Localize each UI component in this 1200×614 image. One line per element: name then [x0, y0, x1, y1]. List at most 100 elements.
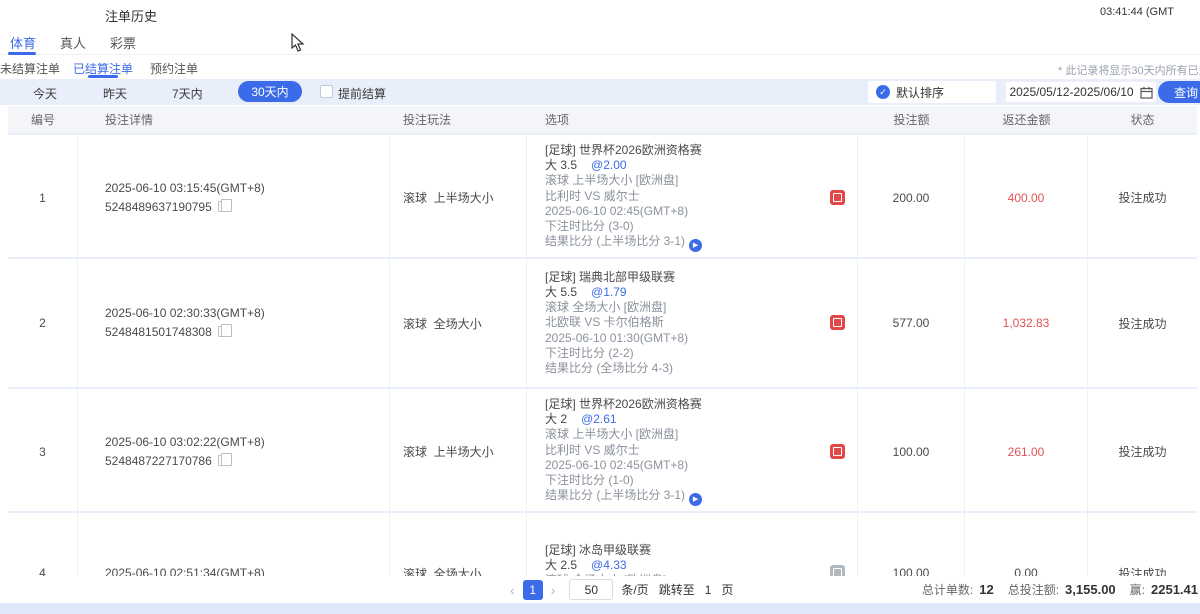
active-subtab-underline: [88, 75, 118, 78]
market: 滚球 上半场大小 [欧洲盘]: [545, 427, 702, 442]
search-button[interactable]: 查询: [1158, 81, 1200, 103]
stake-amount: 100.00: [858, 389, 965, 514]
copy-icon[interactable]: [218, 201, 227, 212]
bet-history-page: 注单历史 03:41:44 (GMT 体育 真人 彩票 未结算注单 已结算注单 …: [0, 0, 1200, 614]
record-notice: * 此记录将显示30天内所有已派彩的注: [1058, 62, 1200, 78]
bet-time: 2025-06-10 02:30:33(GMT+8): [105, 304, 265, 323]
selection-info: [足球] 瑞典北部甲级联赛 大 5.5 @1.79 滚球 全场大小 [欧洲盘] 北…: [545, 270, 688, 376]
totals-summary: 总计单数: 12 总投注额: 3,155.00 赢: 2251.41: [908, 576, 1198, 603]
category-tabs: 体育 真人 彩票: [0, 30, 1200, 55]
score-at-bet: 下注时比分 (1-0): [545, 473, 702, 488]
pick: 大 5.5: [545, 285, 577, 299]
default-sort-select[interactable]: ✓ 默认排序: [868, 81, 996, 103]
bet-id-line: 5248487227170786: [105, 452, 227, 471]
total-stake-label: 总投注额:: [1008, 581, 1059, 598]
score-at-bet: 下注时比分 (3-0): [545, 219, 702, 234]
col-header-status: 状态: [1088, 106, 1197, 133]
pagination-footer: ‹ 1 › 条/页 跳转至 1 页 总计单数: 12 总投注额: 3,155.0…: [0, 576, 1200, 603]
next-page-arrow[interactable]: ›: [551, 582, 556, 598]
odds: @1.79: [591, 285, 627, 299]
copy-icon[interactable]: [218, 455, 227, 466]
page-size-unit: 条/页: [621, 581, 648, 598]
tab-sports[interactable]: 体育: [10, 33, 36, 52]
league-name: [足球] 瑞典北部甲级联赛: [545, 270, 688, 285]
result-score: 结果比分 (上半场比分 3-1): [545, 488, 685, 502]
bet-no: 1: [8, 135, 78, 260]
bet-play: 滚球 上半场大小: [390, 135, 527, 260]
active-tab-underline: [8, 52, 36, 55]
market: 滚球 上半场大小 [欧洲盘]: [545, 173, 702, 188]
return-amount: 261.00: [965, 389, 1088, 514]
bet-status: 投注成功: [1088, 135, 1197, 260]
selection-info: [足球] 世界杯2026欧洲资格赛 大 3.5@2.00 滚球 上半场大小 [欧…: [545, 143, 702, 252]
pick: 大 3.5: [545, 158, 577, 172]
match-time: 2025-06-10 02:45(GMT+8): [545, 458, 702, 473]
total-win-label: 赢:: [1130, 581, 1145, 598]
bet-time: 2025-06-10 03:15:45(GMT+8): [105, 179, 265, 198]
total-count-label: 总计单数:: [922, 581, 973, 598]
bet-status: 投注成功: [1088, 259, 1197, 387]
bet-no: 3: [8, 389, 78, 514]
filter-yesterday[interactable]: 昨天: [103, 85, 127, 102]
filter-30days[interactable]: 30天内: [238, 81, 302, 102]
tab-lottery[interactable]: 彩票: [110, 33, 136, 52]
bet-id: 5248481501748308: [105, 325, 212, 339]
odds: @4.33: [591, 558, 627, 572]
early-settle-label: 提前结算: [338, 85, 386, 102]
league-name: [足球] 世界杯2026欧洲资格赛: [545, 143, 702, 158]
total-win-value: 2251.41: [1151, 582, 1198, 597]
mouse-cursor: [291, 33, 305, 53]
early-settle-checkbox[interactable]: [320, 85, 333, 98]
settlement-subtabs: 未结算注单 已结算注单 预约注单: [0, 60, 1200, 79]
selection-cell: [足球] 瑞典北部甲级联赛 大 5.5 @1.79 滚球 全场大小 [欧洲盘] 北…: [527, 259, 858, 387]
replay-icon[interactable]: ▶: [689, 493, 702, 506]
win-flag-icon: [830, 444, 845, 459]
return-amount: 1,032.83: [965, 259, 1088, 387]
selection-info: [足球] 世界杯2026欧洲资格赛 大 2@2.61 滚球 上半场大小 [欧洲盘…: [545, 397, 702, 506]
bet-no: 2: [8, 259, 78, 387]
filter-7days[interactable]: 7天内: [172, 85, 203, 102]
table-row: 3 2025-06-10 03:02:22(GMT+8) 52484872271…: [8, 389, 1197, 511]
pick: 大 2.5: [545, 558, 577, 572]
subtab-unsettled[interactable]: 未结算注单: [0, 60, 60, 77]
teams: 比利时 VS 威尔士: [545, 443, 702, 458]
filter-today[interactable]: 今天: [33, 85, 57, 102]
bet-detail-cell: 2025-06-10 03:15:45(GMT+8) 5248489637190…: [78, 135, 390, 260]
match-time: 2025-06-10 01:30(GMT+8): [545, 331, 688, 346]
sort-check-icon: ✓: [876, 85, 890, 99]
date-range-value: 2025/05/12-2025/06/10: [1009, 85, 1133, 99]
prev-page-arrow[interactable]: ‹: [510, 582, 515, 598]
win-flag-icon: [830, 315, 845, 330]
result-score: 结果比分 (全场比分 4-3): [545, 361, 688, 376]
league-name: [足球] 冰岛甲级联赛: [545, 543, 666, 558]
bet-play: 滚球 全场大小: [390, 259, 527, 387]
col-header-return: 返还金额: [965, 106, 1088, 133]
replay-icon[interactable]: ▶: [689, 239, 702, 252]
tab-live-casino[interactable]: 真人: [60, 33, 86, 52]
table-row: 1 2025-06-10 03:15:45(GMT+8) 52484896371…: [8, 135, 1197, 257]
table-row: 2 2025-06-10 02:30:33(GMT+8) 52484815017…: [8, 259, 1197, 387]
copy-icon[interactable]: [218, 326, 227, 337]
bet-table: 编号 投注详情 投注玩法 选项 投注额 返还金额 状态 1 2025-06-10…: [8, 106, 1197, 614]
jump-unit: 页: [721, 581, 733, 598]
col-header-stake: 投注额: [858, 106, 965, 133]
jump-label: 跳转至: [659, 581, 695, 598]
market: 滚球 全场大小 [欧洲盘]: [545, 300, 688, 315]
jump-page-value[interactable]: 1: [705, 583, 712, 597]
subtab-reserved[interactable]: 预约注单: [150, 60, 198, 77]
selection-cell: [足球] 世界杯2026欧洲资格赛 大 3.5@2.00 滚球 上半场大小 [欧…: [527, 135, 858, 260]
bet-status: 投注成功: [1088, 389, 1197, 514]
filter-bar: 今天 昨天 7天内 30天内 提前结算 ✓ 默认排序 2025/05/12-20…: [0, 79, 1200, 105]
bet-play: 滚球 上半场大小: [390, 389, 527, 514]
page-size-input[interactable]: [569, 579, 613, 600]
sort-label: 默认排序: [896, 84, 944, 101]
date-range-picker[interactable]: 2025/05/12-2025/06/10: [1005, 81, 1157, 103]
pick: 大 2: [545, 412, 567, 426]
teams: 比利时 VS 威尔士: [545, 189, 702, 204]
current-page-button[interactable]: 1: [523, 580, 543, 600]
bet-detail-cell: 2025-06-10 02:30:33(GMT+8) 5248481501748…: [78, 259, 390, 387]
win-flag-icon: [830, 190, 845, 205]
bottom-strip: [0, 603, 1200, 614]
teams: 北欧联 VS 卡尔伯格斯: [545, 315, 688, 330]
match-time: 2025-06-10 02:45(GMT+8): [545, 204, 702, 219]
